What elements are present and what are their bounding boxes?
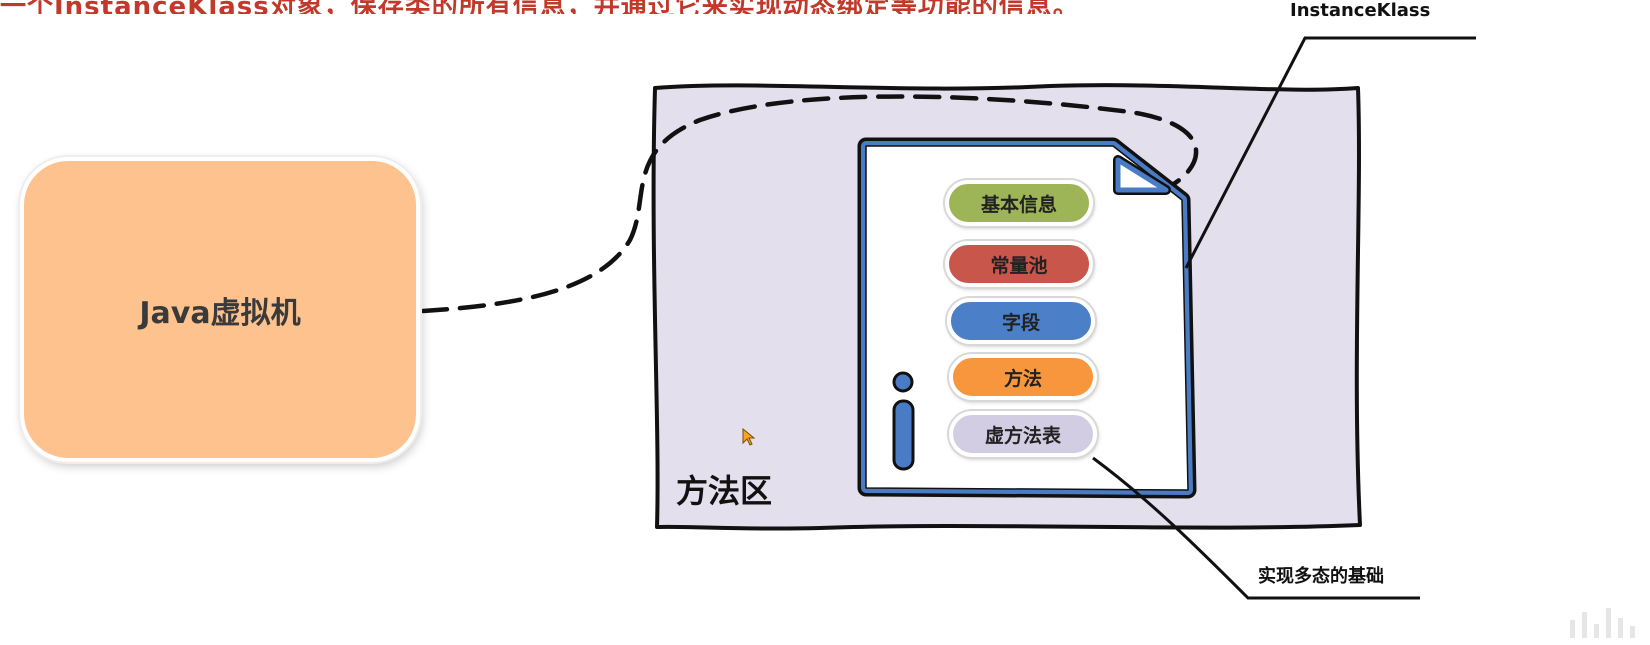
jvm-box: Java虚拟机 <box>20 157 420 462</box>
section-vtable: 虚方法表 <box>949 411 1097 457</box>
jvm-label: Java虚拟机 <box>139 295 301 331</box>
info-icon <box>892 371 915 471</box>
section-methods: 方法 <box>949 354 1097 400</box>
watermark-bars-icon <box>1570 608 1635 638</box>
section-constant-pool: 常量池 <box>945 241 1093 287</box>
instanceklass-label: InstanceKlass <box>1290 0 1431 21</box>
method-area-label: 方法区 <box>676 472 773 510</box>
section-fields: 字段 <box>947 298 1095 344</box>
polymorphism-note: 实现多态的基础 <box>1258 566 1384 587</box>
mouse-cursor-icon <box>742 428 756 446</box>
section-basic-info: 基本信息 <box>945 180 1093 226</box>
